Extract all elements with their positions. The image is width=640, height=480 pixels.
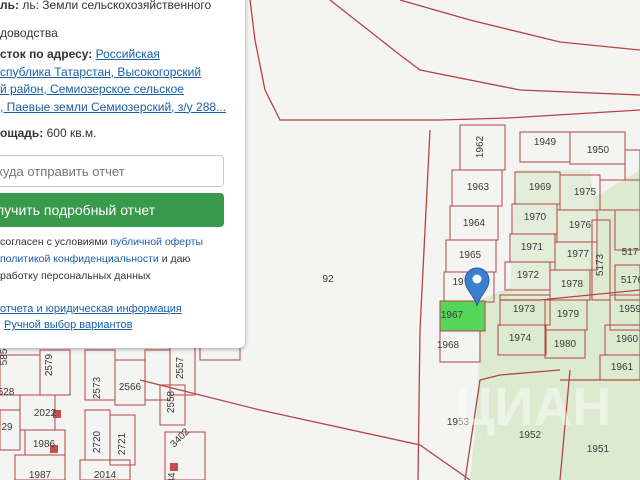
parcel-label-1964: 1964: [463, 218, 486, 229]
parcel-label-1963: 1963: [467, 182, 490, 193]
parcel-label-1973: 1973: [513, 304, 536, 315]
parcel-label-5173: 5173: [595, 253, 606, 276]
parcel-label-1951: 1951: [587, 444, 610, 455]
report-legal-info-link[interactable]: отчета и юридическая информация: [0, 303, 182, 315]
parcel-label-2579: 2579: [44, 353, 55, 376]
parcel-label-2573: 2573: [92, 376, 103, 399]
parcel-label-1949: 1949: [534, 137, 557, 148]
purpose-line-2: доводства: [0, 26, 58, 40]
parcel-label-2022: 2022: [34, 408, 57, 419]
parcel-label-1980: 1980: [554, 339, 577, 350]
parcel-label-1986: 1986: [33, 439, 56, 450]
parcel-label-1978: 1978: [561, 279, 584, 290]
parcel-label-528: 528: [0, 387, 15, 398]
watermark: ЦИАН: [455, 377, 611, 437]
parcel-label-1961: 1961: [611, 362, 634, 373]
agreement-text: согласен с условиями публичной оферты по…: [0, 236, 204, 282]
parcel-label-1959: 1959: [619, 304, 640, 315]
parcel-label-19: 19: [452, 277, 464, 288]
offer-link[interactable]: публичной оферты: [110, 236, 203, 248]
parcel-label-1976: 1976: [569, 220, 592, 231]
parcel-label-1977: 1977: [567, 249, 590, 260]
parcel-label-585: 585: [0, 348, 10, 365]
manual-select-link[interactable]: Ручной выбор вариантов: [4, 319, 132, 331]
parcel-label-517: 517: [622, 247, 639, 258]
parcel-label-2720: 2720: [92, 430, 103, 453]
address-link-1[interactable]: Российская: [96, 47, 160, 61]
parcel-label-1972: 1972: [517, 270, 540, 281]
parcel-label-2566: 2566: [119, 382, 142, 393]
address-label: сток по адресу:: [0, 47, 93, 61]
building-3: [170, 463, 178, 471]
parcel-label-1975: 1975: [574, 187, 597, 198]
parcel-label-34: 34: [167, 472, 178, 480]
area-value: 600 кв.м.: [46, 126, 97, 140]
address-link-4[interactable]: , Паевые земли Семиозерский, з/у 288...: [0, 100, 226, 114]
address-link-3[interactable]: й район, Семиозерское сельское: [0, 82, 184, 96]
email-input[interactable]: [0, 155, 224, 187]
parcel-label-1960: 1960: [616, 334, 639, 345]
parcel-info-panel: ль: ль: Земли сельскохозяйственного дово…: [0, 0, 245, 348]
parcel-label-29: 29: [1, 422, 13, 433]
parcel-label-1987: 1987: [29, 470, 52, 480]
parcel-label-2558: 2558: [166, 390, 177, 413]
parcel-label-1967: 1967: [441, 310, 464, 321]
area-row: ощадь: 600 кв.м.: [0, 126, 97, 140]
privacy-link[interactable]: политикой конфиденциальности: [0, 253, 159, 265]
parcel-label-1965: 1965: [459, 250, 482, 261]
parcel-label-2557: 2557: [175, 356, 186, 379]
parcel-label-5176: 5176: [621, 275, 640, 286]
parcel-label-1971: 1971: [521, 242, 544, 253]
parcel-label-1950: 1950: [587, 145, 610, 156]
get-report-button[interactable]: лучить подробный отчет: [0, 193, 224, 227]
parcel-label-2014: 2014: [94, 470, 117, 480]
purpose-line: ль: ль: Земли сельскохозяйственного: [0, 0, 212, 12]
parcel-label-92: 92: [322, 274, 334, 285]
parcel-label-1969: 1969: [529, 182, 552, 193]
address-block: сток по адресу: Российская спублика Тата…: [0, 46, 226, 116]
parcel-label-1962: 1962: [475, 135, 486, 158]
parcel-label-1970: 1970: [524, 212, 547, 223]
parcel-label-1974: 1974: [509, 333, 532, 344]
address-link-2[interactable]: спублика Татарстан, Высокогорский: [0, 65, 201, 79]
parcel-label-1968: 1968: [437, 340, 460, 351]
parcel-label-1979: 1979: [557, 309, 580, 320]
parcel-label-2721: 2721: [117, 432, 128, 455]
